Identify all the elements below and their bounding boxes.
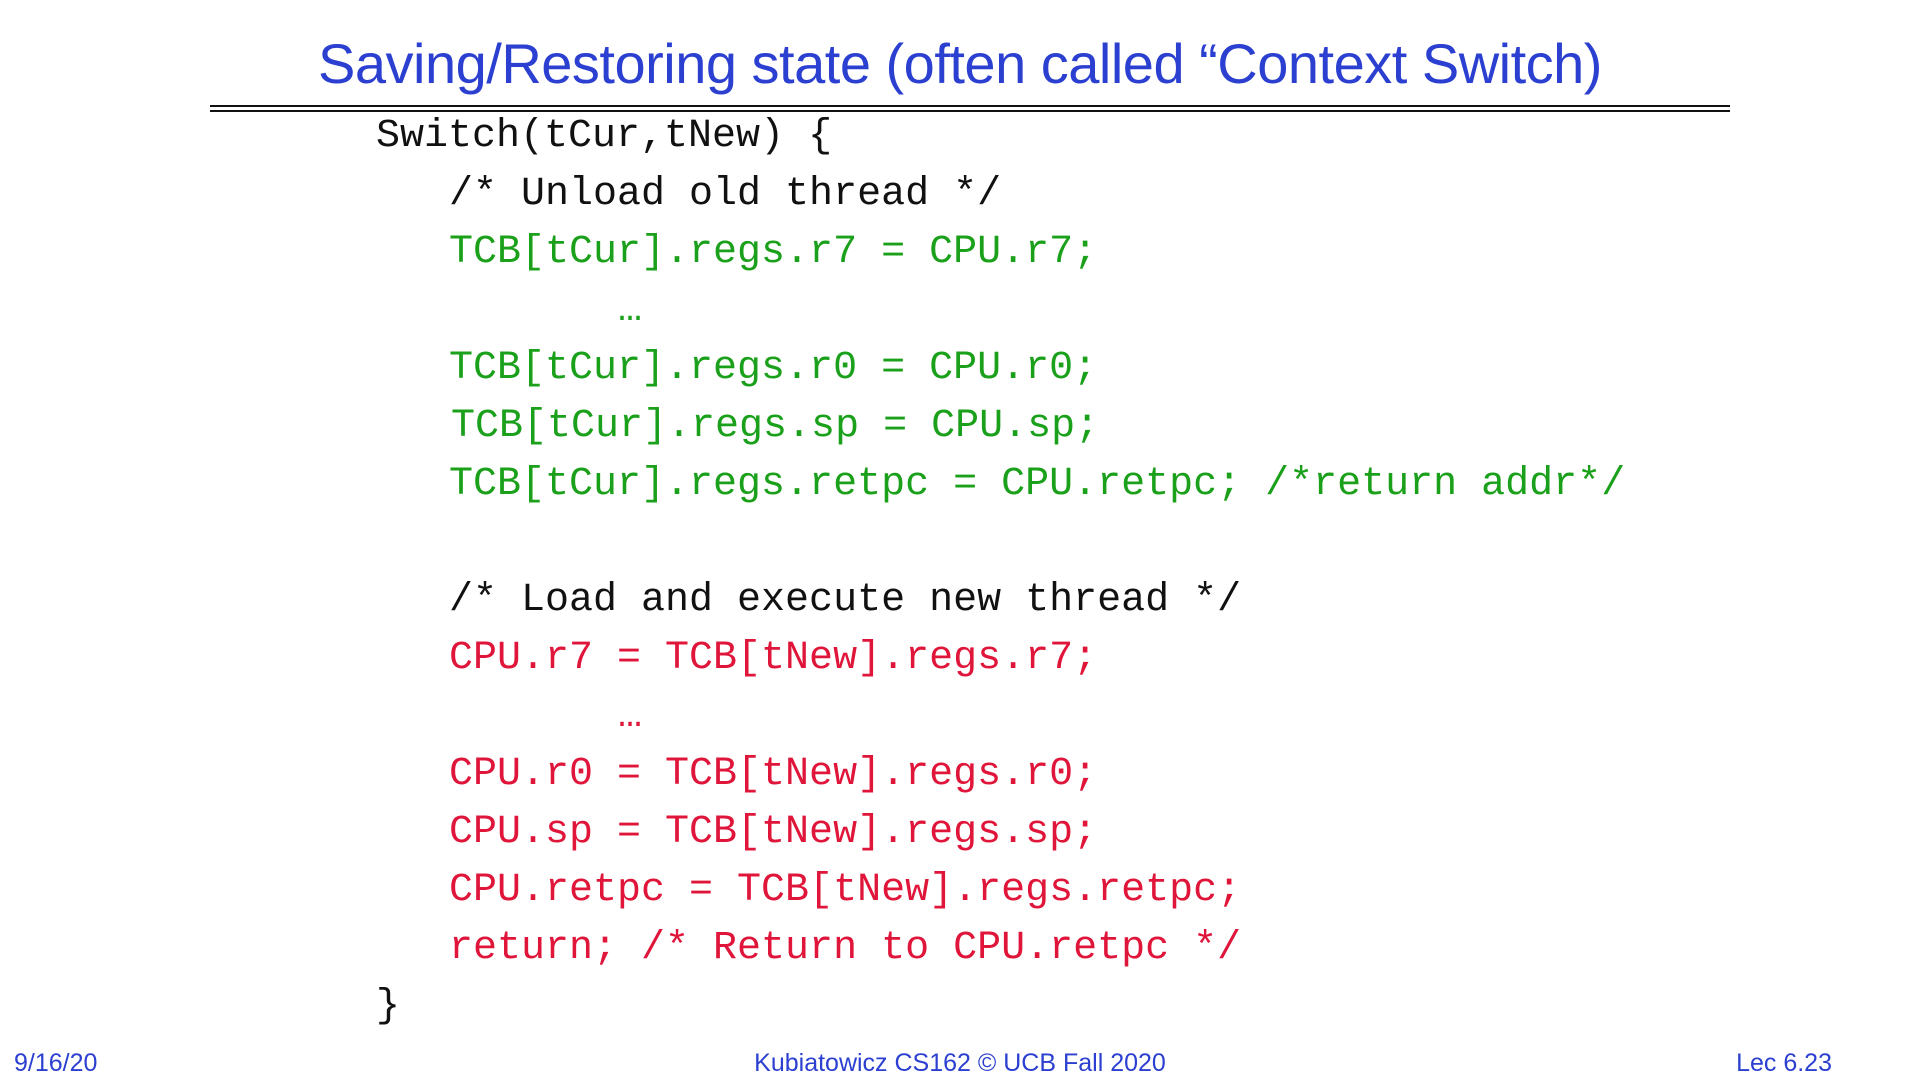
code-line-load-r0: CPU.r0 = TCB[tNew].regs.r0; xyxy=(449,752,1098,797)
code-line-save-retpc: TCB[tCur].regs.retpc = CPU.retpc; /*retu… xyxy=(449,462,1626,507)
code-line-save-sp: TCB[tCur].regs.sp = CPU.sp; xyxy=(451,404,1100,449)
footer-course: Kubiatowicz CS162 © UCB Fall 2020 xyxy=(754,1049,1166,1077)
code-line-load-sp: CPU.sp = TCB[tNew].regs.sp; xyxy=(449,810,1098,855)
code-line-load-retpc: CPU.retpc = TCB[tNew].regs.retpc; xyxy=(449,868,1242,913)
code-line-unload-comment: /* Unload old thread */ xyxy=(449,172,1002,217)
slide-title: Saving/Restoring state (often called “Co… xyxy=(318,32,1602,95)
code-line-save-ellipsis: … xyxy=(618,288,643,333)
code-line-load-r7: CPU.r7 = TCB[tNew].regs.r7; xyxy=(449,636,1098,681)
code-line-function-signature: Switch(tCur,tNew) { xyxy=(376,114,833,159)
footer-lecture-number: Lec 6.23 xyxy=(1736,1049,1832,1077)
code-line-load-comment: /* Load and execute new thread */ xyxy=(449,578,1242,623)
code-line-return: return; /* Return to CPU.retpc */ xyxy=(449,926,1242,971)
code-line-save-r0: TCB[tCur].regs.r0 = CPU.r0; xyxy=(449,346,1098,391)
code-line-save-r7: TCB[tCur].regs.r7 = CPU.r7; xyxy=(449,230,1098,275)
code-line-load-ellipsis: … xyxy=(618,694,643,739)
code-line-closing-brace: } xyxy=(376,984,401,1029)
title-divider-top xyxy=(210,105,1730,107)
